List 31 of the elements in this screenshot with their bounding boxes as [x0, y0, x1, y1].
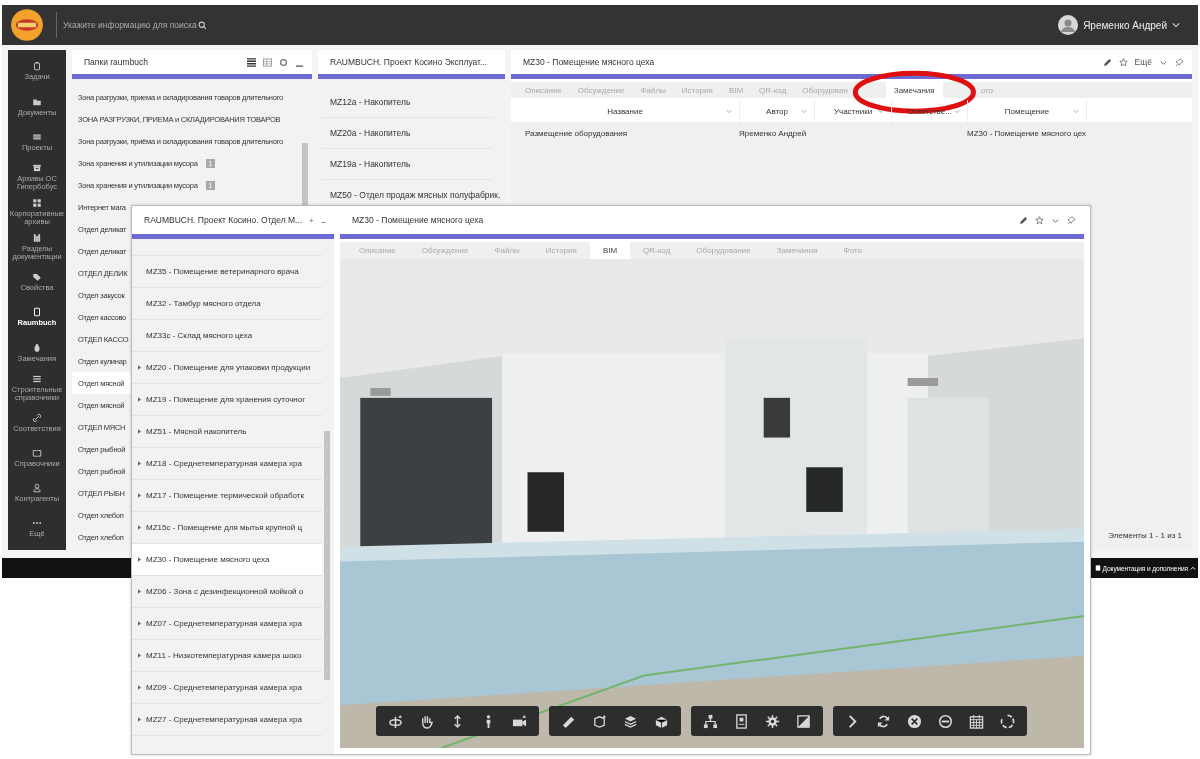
tab[interactable]: Замечания — [885, 82, 943, 98]
table-cell-text: Размещение оборудования — [524, 128, 629, 138]
room-item[interactable]: MZ09 - Среднетемпературная камера хра — [132, 672, 322, 704]
more-menu[interactable]: Ещё — [1134, 57, 1152, 67]
panel-title: Папки raumbuch — [84, 57, 149, 67]
table-cell-text: Яременко Андрей — [739, 128, 808, 138]
search-field[interactable]: Укажите информацию для поиска — [63, 20, 223, 30]
room-item[interactable]: MZ12a - Накопитель — [322, 87, 493, 118]
room-item[interactable]: MZ30 - Помещение мясного цеха — [132, 544, 322, 576]
room-item[interactable]: MZ35 - Помещение ветеринарного врача — [132, 256, 322, 288]
pagination-text: Элементы 1 - 1 из 1 — [1108, 530, 1182, 540]
room-item[interactable]: MZ27 - Среднетемпературная камера хра — [132, 704, 322, 736]
room-item[interactable]: MZ06 - Зона с дезинфекционной мойкой о — [132, 576, 322, 608]
panel-title: RAUMBUCH. Проект Косино Эксплуат... — [330, 57, 488, 67]
room-item[interactable]: MZ51 - Мясной накопитель — [132, 416, 322, 448]
room-item[interactable]: MZ20a - Накопитель — [322, 118, 493, 149]
room-item[interactable]: MZ17 - Помещение термической обработк — [132, 480, 322, 512]
room-item[interactable]: MZ07 - Среднетемпературная камера хра — [132, 608, 322, 640]
card-title: MZ30 - Помещение мясного цеха — [352, 215, 484, 225]
room-item[interactable]: MZ19a - Накопитель — [322, 149, 493, 180]
panel-title: RAUMBUCH. Проект Косино. Отдел М... — [144, 215, 303, 225]
room-item[interactable]: MZ33c - Склад мясного цеха — [132, 320, 322, 352]
table-cell-text: MZ30 - Помещение мясного цех — [966, 128, 1088, 138]
room-item[interactable]: MZ20 - Помещение для упаковки продукции — [132, 352, 322, 384]
tab[interactable]: BIM — [589, 242, 631, 259]
card-title: MZ30 - Помещение мясного цеха — [523, 57, 655, 67]
room-item[interactable]: MZ18 - Среднетемпературная камера хра — [132, 448, 322, 480]
room-item[interactable]: MZ19 - Помещение для хранения суточног — [132, 384, 322, 416]
room-item[interactable]: MZ32 - Тамбур мясного отдела — [132, 288, 322, 320]
user-name[interactable]: Яременко Андрей — [1083, 19, 1167, 31]
room-item[interactable]: MZ11 - Низкотемпературная камера шоко — [132, 640, 322, 672]
